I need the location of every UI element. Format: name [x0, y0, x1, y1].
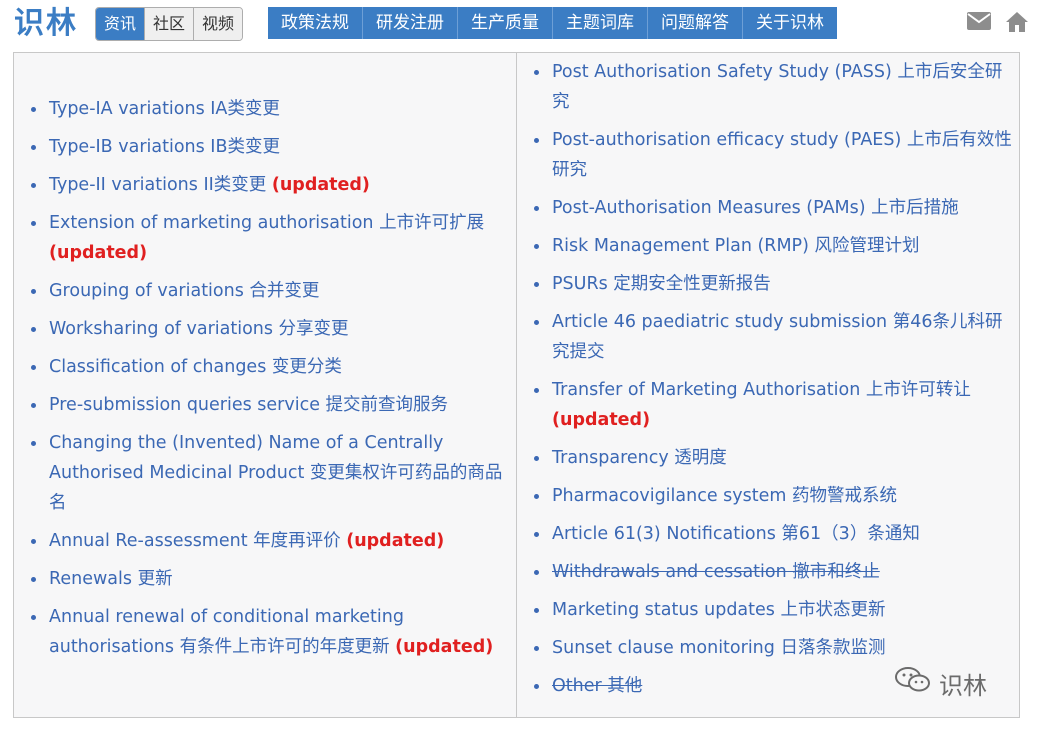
left-column: Type-IA variations IA类变更 Type-IB variati… [14, 53, 516, 670]
home-icon[interactable] [1005, 11, 1029, 33]
list-item[interactable]: Article 46 paediatric study submission 第… [517, 307, 1019, 367]
list-item[interactable]: Changing the (Invented) Name of a Centra… [14, 428, 516, 518]
updated-badge: (updated) [271, 175, 370, 195]
left-link-list: Type-IA variations IA类变更 Type-IB variati… [14, 94, 516, 662]
updated-badge: (updated) [552, 410, 651, 430]
list-item[interactable]: Type-IB variations IB类变更 [14, 132, 516, 162]
list-item[interactable]: Post Authorisation Safety Study (PASS) 上… [517, 57, 1019, 117]
list-item[interactable]: Classification of changes 变更分类 [14, 352, 516, 382]
menu-item-rd-registration[interactable]: 研发注册 [362, 7, 457, 39]
list-item[interactable]: Withdrawals and cessation 撤市和终止 [517, 557, 1019, 587]
list-item[interactable]: PSURs 定期安全性更新报告 [517, 269, 1019, 299]
list-item[interactable]: Transfer of Marketing Authorisation 上市许可… [517, 375, 1019, 435]
list-item[interactable]: Pharmacovigilance system 药物警戒系统 [517, 481, 1019, 511]
updated-badge: (updated) [49, 243, 148, 263]
wechat-watermark: 识林 [893, 665, 987, 701]
list-item[interactable]: Post-authorisation efficacy study (PAES)… [517, 125, 1019, 185]
right-link-list: Post Authorisation Safety Study (PASS) 上… [517, 57, 1019, 701]
list-item[interactable]: Renewals 更新 [14, 564, 516, 594]
list-item[interactable]: Extension of marketing authorisation 上市许… [14, 208, 516, 268]
list-item[interactable]: Sunset clause monitoring 日落条款监测 [517, 633, 1019, 663]
tab-video[interactable]: 视频 [193, 8, 243, 40]
list-item[interactable]: Worksharing of variations 分享变更 [14, 314, 516, 344]
header-icons [967, 11, 1029, 33]
section-tabs: 资讯 社区 视频 [95, 7, 244, 41]
list-item[interactable]: Type-II variations II类变更 (updated) [14, 170, 516, 200]
list-item[interactable]: Transparency 透明度 [517, 443, 1019, 473]
top-navigation: 识林 资讯 社区 视频 政策法规 研发注册 生产质量 主题词库 问题解答 关于识… [0, 0, 1041, 50]
envelope-icon[interactable] [967, 11, 991, 33]
right-column: Post Authorisation Safety Study (PASS) 上… [517, 53, 1019, 709]
list-item[interactable]: Post-Authorisation Measures (PAMs) 上市后措施 [517, 193, 1019, 223]
list-item[interactable]: Article 61(3) Notifications 第61（3）条通知 [517, 519, 1019, 549]
main-menu: 政策法规 研发注册 生产质量 主题词库 问题解答 关于识林 [268, 7, 837, 39]
site-logo[interactable]: 识林 [14, 4, 78, 44]
updated-badge: (updated) [346, 531, 445, 551]
list-item[interactable]: Annual Re-assessment 年度再评价 (updated) [14, 526, 516, 556]
wechat-icon [893, 665, 933, 701]
list-item[interactable]: Grouping of variations 合并变更 [14, 276, 516, 306]
menu-item-production-quality[interactable]: 生产质量 [457, 7, 552, 39]
menu-item-topic-glossary[interactable]: 主题词库 [552, 7, 647, 39]
list-item[interactable]: Type-IA variations IA类变更 [14, 94, 516, 124]
menu-item-about[interactable]: 关于识林 [742, 7, 837, 39]
list-item[interactable]: Pre-submission queries service 提交前查询服务 [14, 390, 516, 420]
content-panel: Type-IA variations IA类变更 Type-IB variati… [13, 52, 1020, 718]
list-item[interactable]: Risk Management Plan (RMP) 风险管理计划 [517, 231, 1019, 261]
menu-item-policy[interactable]: 政策法规 [268, 7, 362, 39]
list-item[interactable]: Marketing status updates 上市状态更新 [517, 595, 1019, 625]
tab-news[interactable]: 资讯 [96, 8, 145, 40]
watermark-text: 识林 [939, 671, 987, 700]
updated-badge: (updated) [395, 637, 494, 657]
menu-item-qa[interactable]: 问题解答 [647, 7, 742, 39]
tab-community[interactable]: 社区 [144, 8, 194, 40]
list-item[interactable]: Annual renewal of conditional marketing … [14, 602, 516, 662]
